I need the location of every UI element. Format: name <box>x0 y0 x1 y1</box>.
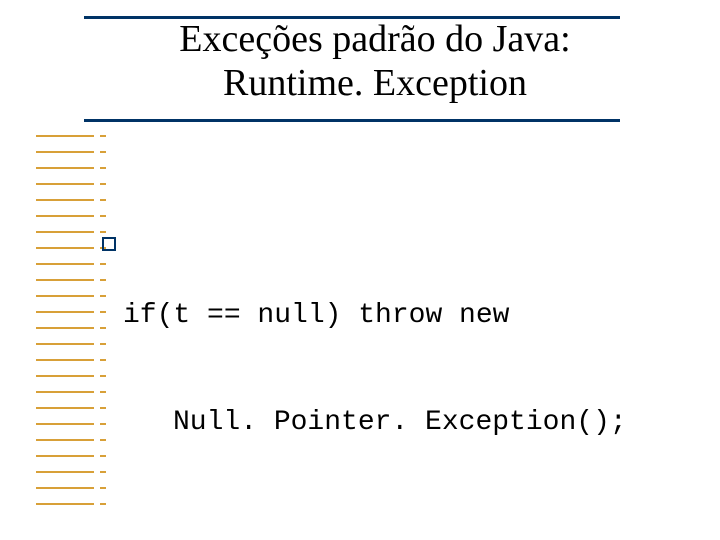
decorative-stripes <box>36 128 106 512</box>
bullet-square-icon <box>102 237 116 251</box>
title-line-2: Runtime. Exception <box>165 62 585 106</box>
title-bottom-rule <box>84 119 620 122</box>
title-line-1: Exceções padrão do Java: <box>165 18 585 62</box>
code-line-2: Null. Pointer. Exception(); <box>123 405 627 441</box>
code-line-1: if(t == null) throw new <box>123 298 627 334</box>
slide-title: Exceções padrão do Java: Runtime. Except… <box>165 18 585 105</box>
slide: Exceções padrão do Java: Runtime. Except… <box>0 0 720 540</box>
code-snippet: if(t == null) throw new Null. Pointer. E… <box>123 226 627 513</box>
